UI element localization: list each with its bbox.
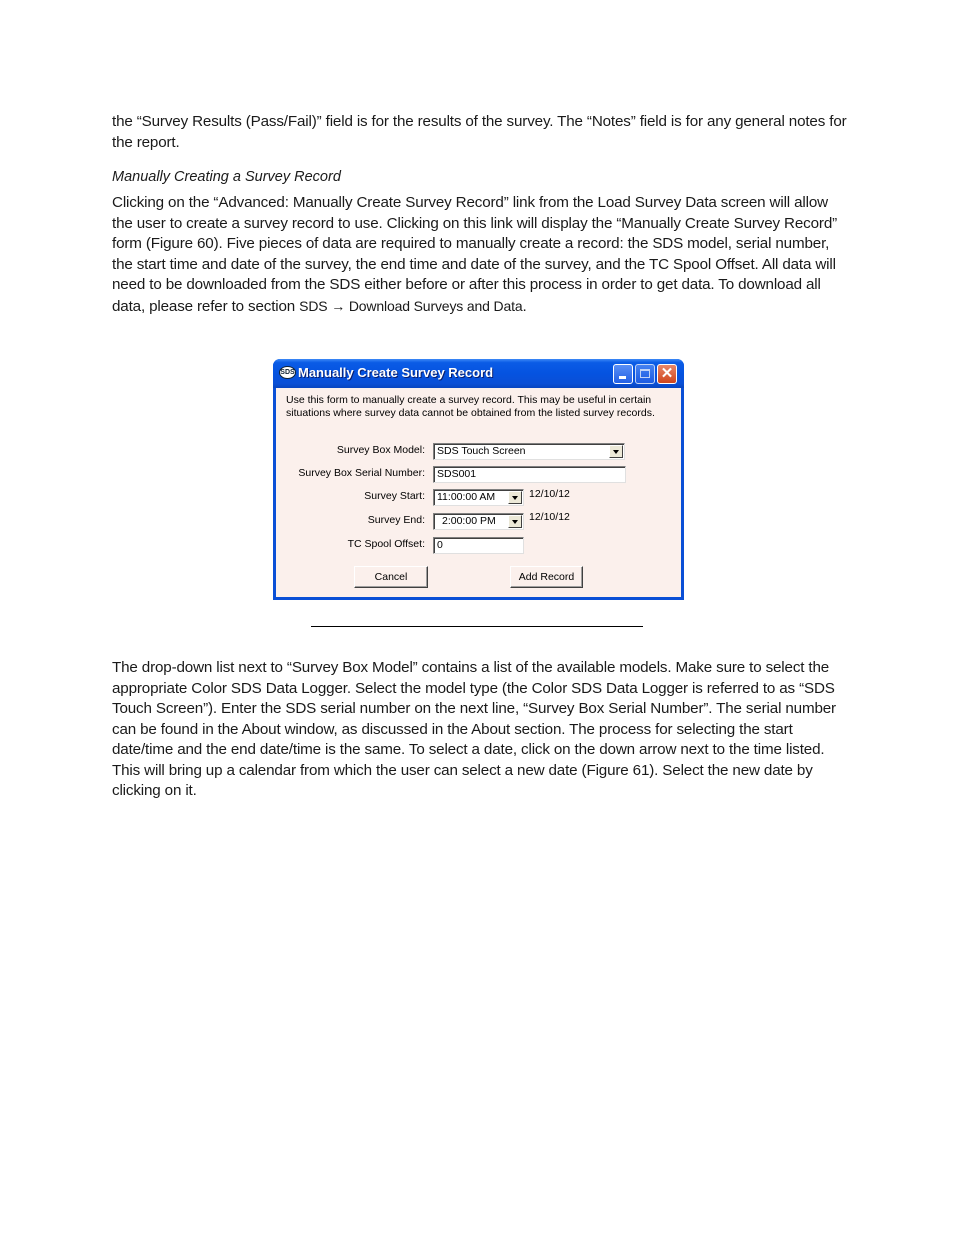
- chevron-down-icon[interactable]: [609, 445, 623, 458]
- paragraph-text: The drop-down list next to “Survey Box M…: [112, 659, 836, 799]
- survey-box-serial-number-input[interactable]: SDS001: [433, 466, 626, 483]
- paragraph-text: the “Survey Results (Pass/Fail)” field i…: [112, 113, 847, 151]
- close-icon: ✕: [660, 365, 674, 382]
- survey-end-label: Survey End:: [367, 514, 425, 526]
- section-reference-link[interactable]: SDS → Download Surveys and Data: [299, 298, 523, 314]
- cancel-button[interactable]: Cancel: [354, 566, 428, 588]
- paragraph-dropdown-explanation: The drop-down list next to “Survey Box M…: [112, 658, 847, 802]
- survey-box-model-label: Survey Box Model:: [336, 444, 425, 456]
- minimize-button[interactable]: [613, 364, 633, 384]
- chevron-down-icon[interactable]: [508, 491, 522, 504]
- survey-end-time-picker[interactable]: 2:00:00 PM: [433, 513, 524, 530]
- paragraph-body: Clicking on the “Advanced: Manually Crea…: [112, 194, 838, 315]
- survey-box-model-value: SDS Touch Screen: [437, 445, 526, 457]
- dialog-client-area: Use this form to manually create a surve…: [276, 388, 681, 597]
- survey-start-time-picker[interactable]: 11:00:00 AM: [433, 489, 524, 506]
- dialog-intro-text: Use this form to manually create a surve…: [286, 394, 655, 419]
- survey-end-date: 12/10/12: [529, 511, 570, 523]
- paragraph-text: Clicking on the “Advanced: Manually Crea…: [112, 193, 847, 317]
- survey-start-time-value: 11:00:00 AM: [437, 491, 496, 503]
- chevron-down-icon[interactable]: [508, 515, 522, 528]
- add-record-button[interactable]: Add Record: [510, 566, 583, 588]
- paragraph-manual-create: Clicking on the “Advanced: Manually Crea…: [112, 193, 847, 317]
- survey-box-model-select[interactable]: SDS Touch Screen: [433, 443, 625, 460]
- survey-start-date: 12/10/12: [529, 488, 570, 500]
- survey-box-serial-number-label: Survey Box Serial Number:: [298, 467, 425, 479]
- close-button[interactable]: ✕: [657, 364, 677, 384]
- manually-create-survey-record-dialog: SDS Manually Create Survey Record ✕ Use …: [273, 359, 684, 600]
- dialog-title: Manually Create Survey Record: [298, 365, 494, 380]
- tc-spool-offset-input[interactable]: 0: [433, 537, 524, 554]
- section-heading: Manually Creating a Survey Record: [112, 169, 341, 185]
- sds-app-icon: SDS: [279, 366, 296, 379]
- survey-start-label: Survey Start:: [364, 490, 425, 502]
- maximize-button[interactable]: [635, 364, 655, 384]
- survey-end-time-value: 2:00:00 PM: [442, 515, 496, 527]
- paragraph-end: .: [522, 297, 527, 315]
- caption-rule-divider: [311, 626, 643, 627]
- tc-spool-offset-label: TC Spool Offset:: [347, 538, 425, 550]
- paragraph-survey-results: the “Survey Results (Pass/Fail)” field i…: [112, 112, 847, 153]
- dialog-titlebar[interactable]: SDS Manually Create Survey Record ✕: [273, 359, 684, 388]
